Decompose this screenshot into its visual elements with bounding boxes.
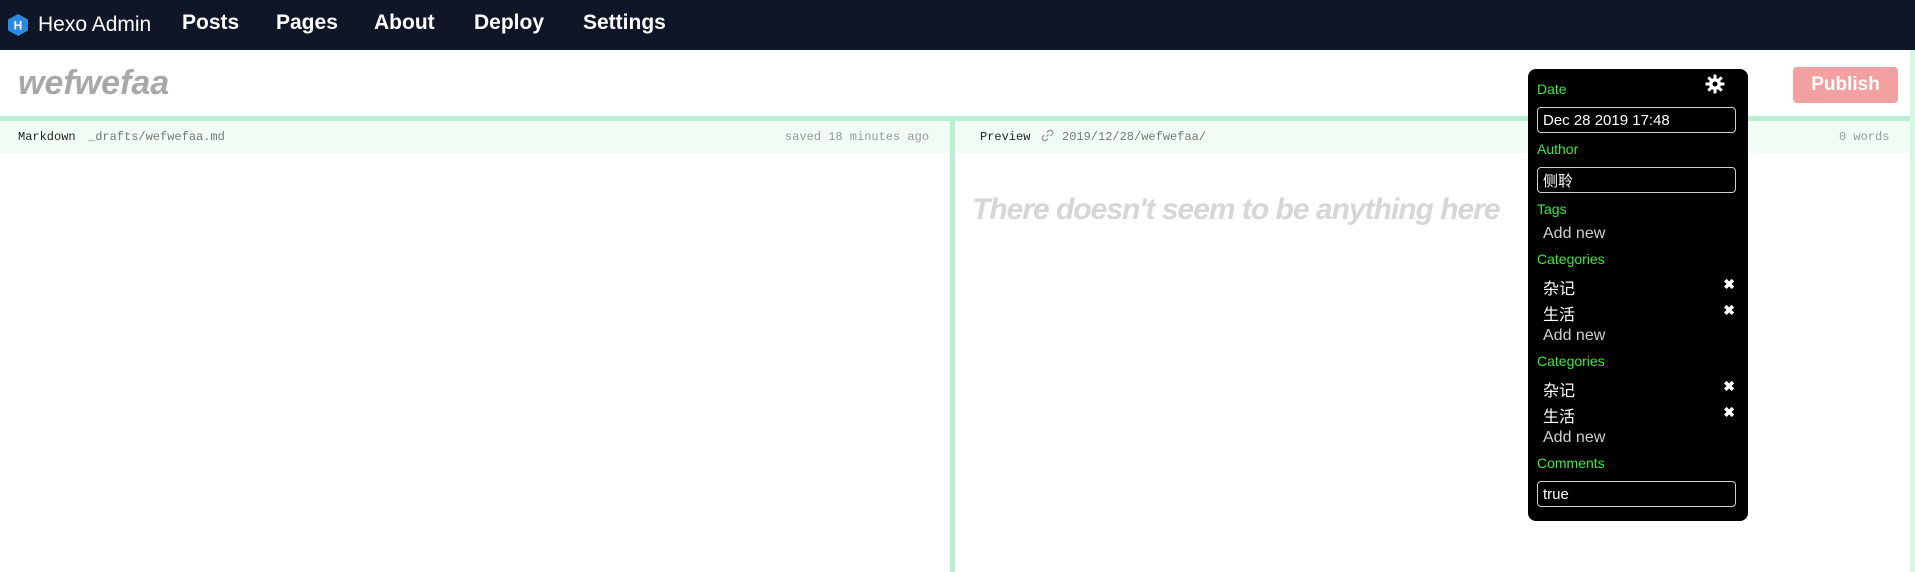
tags-add-input[interactable]: Add new	[1543, 225, 1605, 243]
category-item: 杂记 ✖	[1543, 275, 1735, 298]
categories-add-input[interactable]: Add new	[1543, 327, 1605, 345]
nav-settings[interactable]: Settings	[583, 11, 666, 35]
comments-input[interactable]	[1537, 481, 1736, 507]
close-icon[interactable]: ✖	[1723, 302, 1735, 319]
categories-add-input-2[interactable]: Add new	[1543, 429, 1605, 447]
categories-label: Categories	[1537, 251, 1605, 267]
category-item-label: 生活	[1543, 307, 1576, 324]
preview-label: Preview	[980, 130, 1031, 144]
close-icon[interactable]: ✖	[1723, 378, 1735, 395]
author-label: Author	[1537, 141, 1579, 157]
publish-button[interactable]: Publish	[1793, 67, 1898, 103]
category-item-label: 杂记	[1543, 281, 1576, 298]
preview-empty-message: There doesn't seem to be anything here	[972, 193, 1501, 226]
category-item-label: 杂记	[1543, 383, 1576, 400]
svg-text:H: H	[14, 19, 23, 33]
nav-about[interactable]: About	[374, 11, 435, 35]
word-count: 0 words	[1839, 130, 1890, 144]
brand-name: Hexo Admin	[38, 13, 152, 36]
categories-label-2: Categories	[1537, 353, 1605, 369]
comments-label: Comments	[1537, 455, 1605, 471]
category-item: 杂记 ✖	[1543, 377, 1735, 400]
link-icon	[1041, 129, 1054, 146]
brand[interactable]: H Hexo Admin	[6, 0, 151, 50]
author-input[interactable]	[1537, 167, 1736, 193]
pane-splitter[interactable]	[950, 121, 955, 572]
preview-pane-header: Preview 2019/12/28/wefwefaa/ 0 words	[955, 121, 1915, 153]
post-title-input[interactable]: wefwefaa	[18, 64, 169, 103]
right-edge-bar	[1910, 50, 1915, 572]
category-item: 生活 ✖	[1543, 403, 1735, 426]
markdown-editor[interactable]	[0, 153, 950, 572]
save-status: saved 18 minutes ago	[785, 130, 930, 144]
category-item: 生活 ✖	[1543, 301, 1735, 324]
close-icon[interactable]: ✖	[1723, 404, 1735, 421]
markdown-pane-header: Markdown _drafts/wefwefaa.md saved 18 mi…	[0, 121, 950, 153]
close-icon[interactable]: ✖	[1723, 276, 1735, 293]
category-item-label: 生活	[1543, 409, 1576, 426]
hexo-hexagon-icon: H	[6, 12, 30, 38]
date-input[interactable]	[1537, 107, 1736, 133]
nav-deploy[interactable]: Deploy	[474, 11, 544, 35]
nav-pages[interactable]: Pages	[276, 11, 338, 35]
tags-label: Tags	[1537, 201, 1567, 217]
date-label: Date	[1537, 81, 1567, 97]
markdown-path: _drafts/wefwefaa.md	[88, 130, 225, 144]
markdown-label: Markdown	[18, 130, 76, 144]
top-nav: H Hexo Admin Posts Pages About Deploy Se…	[0, 0, 1915, 50]
gear-icon[interactable]	[1704, 73, 1726, 100]
post-settings-panel: Date Author Tags Add new Categories 杂记 ✖…	[1528, 69, 1748, 521]
preview-url[interactable]: 2019/12/28/wefwefaa/	[1062, 130, 1206, 144]
nav-posts[interactable]: Posts	[182, 11, 239, 35]
